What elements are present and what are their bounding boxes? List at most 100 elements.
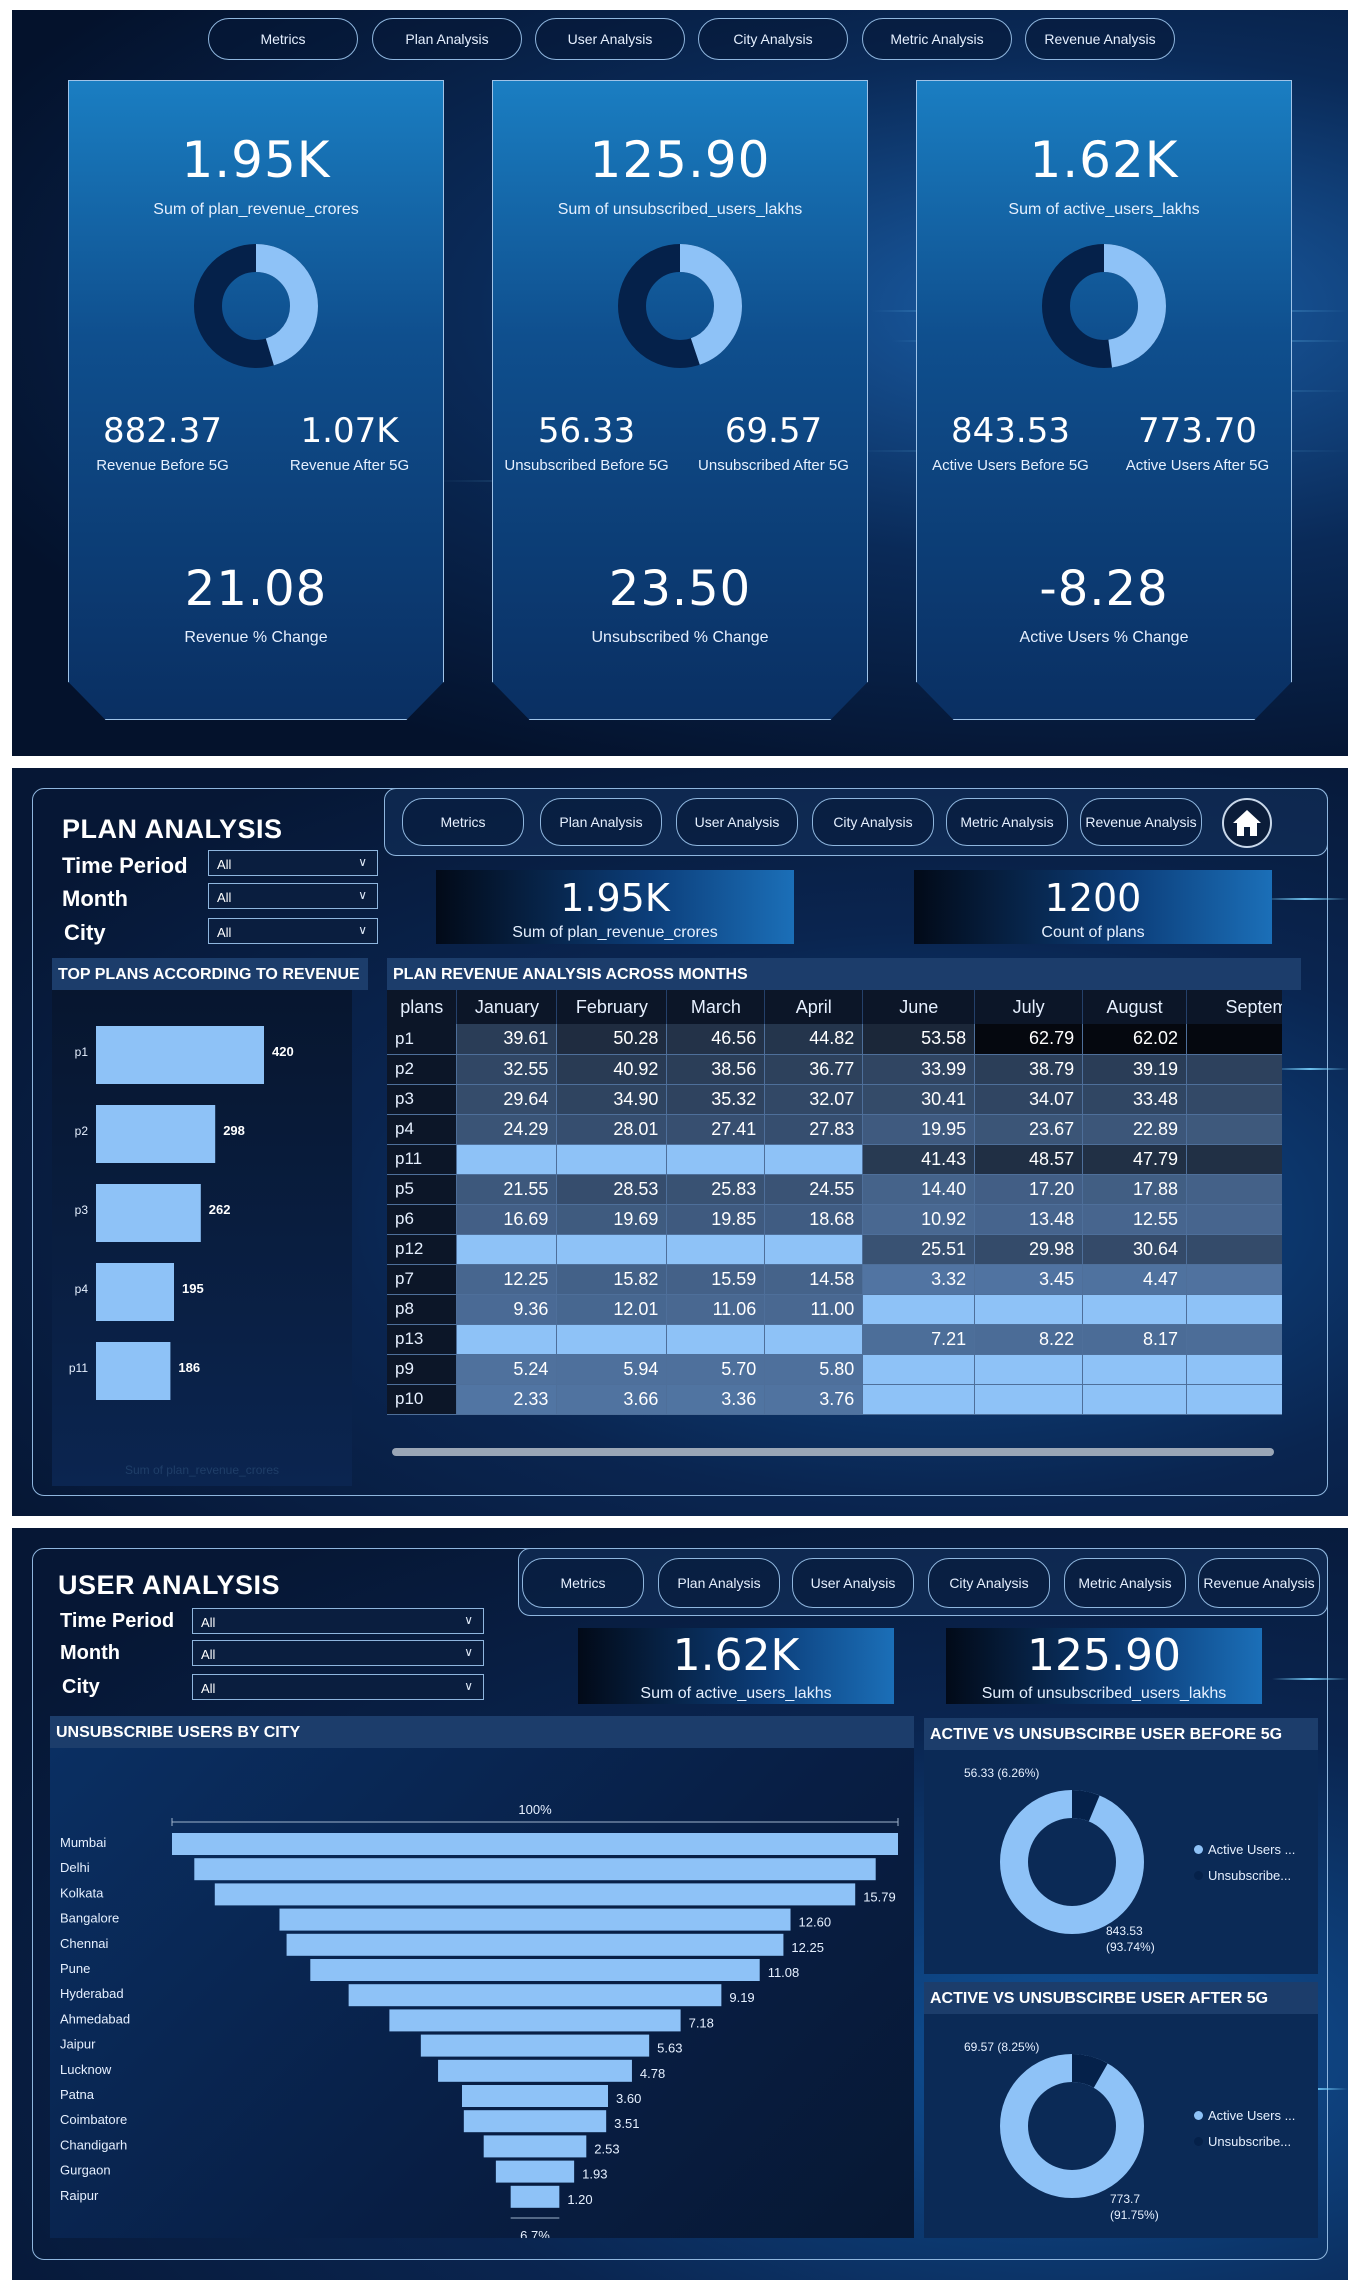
city-select[interactable]: All ∨ — [192, 1674, 484, 1700]
home-button[interactable] — [1222, 798, 1272, 848]
nav-metrics[interactable]: Metrics — [208, 18, 358, 60]
time-period-select[interactable]: All ∨ — [192, 1608, 484, 1634]
matrix-cell: 13.48 — [974, 1204, 1084, 1235]
matrix-column-header[interactable]: March — [666, 990, 766, 1024]
light-streak — [1262, 898, 1348, 900]
matrix-cell: 62.02 — [1082, 1024, 1188, 1055]
nav-city-analysis[interactable]: City Analysis — [698, 18, 848, 60]
card-value: 1.62K — [1029, 131, 1179, 189]
after-stat: 773.70 Active Users After 5G — [1104, 411, 1291, 474]
before-value: 882.37 — [103, 411, 222, 451]
matrix-cell: 28.53 — [556, 1174, 668, 1205]
matrix-cell: 39.61 — [456, 1024, 558, 1055]
matrix-cell: 15.6 — [1186, 1174, 1282, 1205]
filter-label: Time Period — [62, 853, 188, 878]
funnel-bar — [420, 2034, 650, 2057]
matrix-cell: 7.21 — [862, 1324, 976, 1355]
matrix-column-header[interactable]: Septembe — [1186, 990, 1282, 1024]
month-select[interactable]: All ∨ — [192, 1640, 484, 1666]
matrix-cell: 3.76 — [764, 1384, 864, 1415]
nav-city-analysis[interactable]: City Analysis — [928, 1558, 1050, 1608]
funnel-bar — [214, 1883, 856, 1906]
matrix-cell: 44.82 — [764, 1024, 864, 1055]
matrix-cell — [556, 1144, 668, 1175]
donut-big-pct: (91.75%) — [1110, 2208, 1159, 2222]
kpi-unsubscribed-users: 125.90 Sum of unsubscribed_users_lakhs — [946, 1628, 1262, 1704]
funnel-city-label: Ahmedabad — [60, 2011, 130, 2026]
matrix-cell: 46.56 — [666, 1024, 766, 1055]
nav-plan-analysis[interactable]: Plan Analysis — [658, 1558, 780, 1608]
funnel-bottom-pct: 6.7% — [520, 2228, 550, 2238]
horizontal-scrollbar[interactable] — [392, 1448, 1274, 1456]
legend-text: Unsubscribe... — [1208, 2134, 1292, 2149]
page-title: PLAN ANALYSIS — [62, 814, 283, 844]
city-select[interactable]: All ∨ — [208, 918, 378, 944]
matrix-cell: 5.94 — [556, 1354, 668, 1385]
matrix-cell: 29.98 — [974, 1234, 1084, 1265]
matrix-cell: 50.28 — [556, 1024, 668, 1055]
legend-unsubscribed: Unsubscribe... — [1194, 2134, 1291, 2149]
funnel-bar — [510, 2185, 560, 2208]
time-period-select[interactable]: All ∨ — [208, 850, 378, 876]
funnel-city-label: Pune — [60, 1961, 90, 1976]
funnel-value-label: 4.78 — [640, 2066, 665, 2081]
table-row: p13 7.218.228.177.8 — [387, 1324, 1282, 1355]
matrix-column-header[interactable]: August — [1082, 990, 1188, 1024]
funnel-value-label: 15.79 — [863, 1889, 896, 1904]
matrix-row-label: p10 — [387, 1384, 458, 1415]
matrix-cell: 35.32 — [666, 1084, 766, 1115]
before-value: 843.53 — [951, 411, 1070, 451]
matrix-column-header[interactable]: February — [556, 990, 668, 1024]
matrix-cell: 60.2 — [1186, 1024, 1282, 1055]
matrix-column-header[interactable]: April — [764, 990, 864, 1024]
matrix-column-header[interactable]: July — [974, 990, 1084, 1024]
matrix-cell: 12.55 — [1082, 1204, 1188, 1235]
matrix-column-header[interactable]: June — [862, 990, 976, 1024]
nav-revenue-analysis[interactable]: Revenue Analysis — [1025, 18, 1175, 60]
nav-metric-analysis[interactable]: Metric Analysis — [1064, 1558, 1186, 1608]
nav-metrics[interactable]: Metrics — [402, 798, 524, 846]
matrix-cell: 10.92 — [862, 1204, 976, 1235]
filter-label: Time Period — [60, 1610, 175, 1632]
card-label: Sum of active_users_lakhs — [1008, 201, 1200, 218]
funnel-city-label: Kolkata — [60, 1885, 104, 1900]
revenue-card: 1.95K Sum of plan_revenue_crores 882.37 … — [68, 80, 444, 720]
card-donut — [1042, 244, 1166, 368]
matrix-row-label: p2 — [387, 1054, 458, 1085]
funnel-city-label: Delhi — [60, 1860, 90, 1875]
funnel-city-label: Lucknow — [60, 2062, 112, 2077]
matrix-cell — [456, 1144, 558, 1175]
nav-metric-analysis[interactable]: Metric Analysis — [862, 18, 1012, 60]
matrix-cell — [1082, 1294, 1188, 1325]
nav-user-analysis[interactable]: User Analysis — [792, 1558, 914, 1608]
funnel-bar — [495, 2160, 575, 2183]
nav-plan-analysis[interactable]: Plan Analysis — [540, 798, 662, 846]
nav-metric-analysis[interactable]: Metric Analysis — [946, 798, 1068, 846]
matrix-cell: 30.64 — [1082, 1234, 1188, 1265]
bar-category-label: p2 — [75, 1124, 89, 1138]
chevron-down-icon: ∨ — [358, 923, 367, 937]
matrix-header-row: plans January February March April June July Au… — [387, 990, 1282, 1024]
nav-city-analysis[interactable]: City Analysis — [812, 798, 934, 846]
kpi-label: Sum of active_users_lakhs — [640, 1685, 832, 1702]
legend-dot — [1194, 1871, 1203, 1880]
table-row: p12 25.5129.9830.6430.0 — [387, 1234, 1282, 1265]
funnel-city-label: Bangalore — [60, 1911, 119, 1926]
nav-revenue-analysis[interactable]: Revenue Analysis — [1198, 1558, 1320, 1608]
matrix-cell: 12.5 — [1186, 1204, 1282, 1235]
nav-revenue-analysis[interactable]: Revenue Analysis — [1080, 798, 1202, 846]
after-value: 69.57 — [724, 411, 823, 451]
funnel-value-label: 3.51 — [614, 2116, 639, 2131]
matrix-column-header[interactable]: January — [456, 990, 558, 1024]
nav-user-analysis[interactable]: User Analysis — [535, 18, 685, 60]
donut-small-label: 56.33 (6.26%) — [964, 1766, 1040, 1780]
top-plans-bar-chart: p1 420 p2 298 p3 262 p4 195 p11 186 Sum of plan_re… — [69, 1026, 294, 1477]
nav-user-analysis[interactable]: User Analysis — [676, 798, 798, 846]
nav-metrics[interactable]: Metrics — [522, 1558, 644, 1608]
card-donut — [194, 244, 318, 368]
month-select[interactable]: All ∨ — [208, 883, 378, 909]
matrix-cell: 25.83 — [666, 1174, 766, 1205]
matrix-column-header[interactable]: plans — [387, 990, 458, 1024]
nav-plan-analysis[interactable]: Plan Analysis — [372, 18, 522, 60]
bar-category-label: p4 — [75, 1282, 89, 1296]
